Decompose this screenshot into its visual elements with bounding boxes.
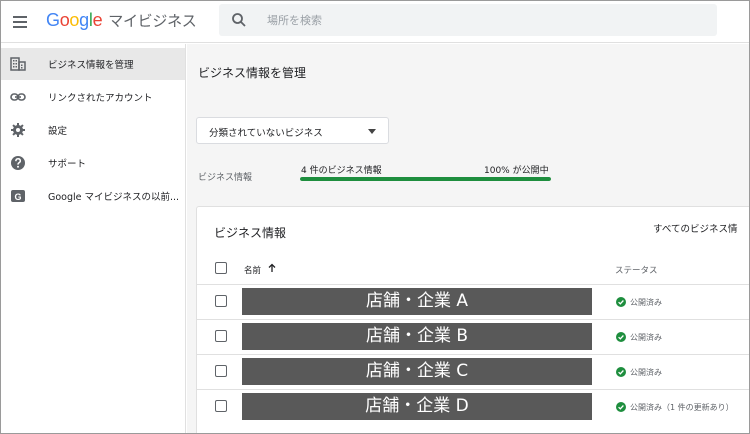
- app-window: Googleマイビジネス ビジネス情報を管理: [0, 0, 750, 434]
- sort-ascending-icon[interactable]: [267, 263, 277, 273]
- row-checkbox[interactable]: [215, 400, 227, 412]
- search-input[interactable]: [267, 10, 697, 30]
- main-content: ビジネス情報を管理 分類されていないビジネス ビジネス情報 4 件のビジネス情報…: [187, 44, 749, 433]
- location-name[interactable]: 店舗・企業 B: [242, 323, 592, 350]
- table-row[interactable]: 店舗・企業 D 公開済み（1 件の更新あり）: [197, 389, 749, 424]
- location-name[interactable]: 店舗・企業 C: [242, 358, 592, 385]
- search-icon[interactable]: [231, 12, 247, 28]
- published-percent: 100% が公開中: [484, 166, 549, 176]
- gear-icon: [11, 123, 25, 137]
- card-title: ビジネス情報: [214, 226, 287, 240]
- sidebar-item-manage-locations[interactable]: ビジネス情報を管理: [1, 48, 185, 80]
- status-text: 公開済み: [630, 298, 662, 307]
- top-app-bar: Google マイビジネス: [1, 1, 749, 43]
- locations-info-label: ビジネス情報: [198, 173, 253, 183]
- status-text: 公開済み: [630, 368, 662, 377]
- sidebar-item-label: ビジネス情報を管理: [48, 60, 134, 71]
- column-header-name[interactable]: 名前: [244, 264, 261, 276]
- column-header-status: ステータス: [615, 266, 658, 276]
- location-name[interactable]: 店舗・企業 A: [242, 288, 592, 315]
- sidebar-item-classic-gmb[interactable]: G Google マイビジネスの以前...: [1, 180, 185, 212]
- sidebar-nav: ビジネス情報を管理 リンクされたアカウント 設定 サポート G Google マ…: [1, 44, 186, 433]
- sidebar-item-support[interactable]: サポート: [1, 147, 185, 179]
- dropdown-arrow-icon: [368, 129, 376, 134]
- sidebar-item-label: Google マイビジネスの以前...: [48, 192, 180, 203]
- locations-count: 4 件のビジネス情報: [301, 166, 382, 176]
- check-circle-icon: [616, 297, 626, 307]
- logo-letter: G: [46, 10, 60, 30]
- link-icon: [10, 93, 26, 101]
- table-header: 名前 ステータス: [197, 259, 749, 281]
- google-my-business-logo[interactable]: Google マイビジネス: [46, 10, 197, 31]
- sidebar-item-label: 設定: [48, 126, 68, 137]
- published-progress-bar: [300, 177, 551, 181]
- group-filter-dropdown[interactable]: 分類されていないビジネス: [196, 117, 389, 144]
- gmb-classic-icon: G: [11, 190, 25, 202]
- row-checkbox[interactable]: [215, 365, 227, 377]
- sidebar-item-label: サポート: [48, 159, 87, 170]
- row-checkbox[interactable]: [215, 330, 227, 342]
- logo-letter: o: [59, 10, 70, 30]
- check-circle-icon: [616, 367, 626, 377]
- search-bar[interactable]: [219, 4, 717, 36]
- status-text: 公開済み: [630, 333, 662, 342]
- product-name: マイビジネス: [108, 12, 197, 30]
- table-row[interactable]: 店舗・企業 A 公開済み: [197, 284, 749, 319]
- logo-letter: o: [69, 10, 80, 30]
- building-icon: [10, 57, 26, 71]
- logo-letter: e: [92, 10, 103, 30]
- sidebar-item-settings[interactable]: 設定: [1, 114, 185, 146]
- locations-card: ビジネス情報 すべてのビジネス情 名前 ステータス 店舗・企業 A 公開済み 店…: [196, 206, 749, 433]
- row-checkbox[interactable]: [215, 295, 227, 307]
- check-circle-icon: [616, 332, 626, 342]
- menu-icon[interactable]: [11, 12, 31, 32]
- select-all-checkbox[interactable]: [215, 262, 227, 274]
- all-locations-link[interactable]: すべてのビジネス情: [653, 221, 737, 235]
- progress-fill: [300, 177, 551, 181]
- table-row[interactable]: 店舗・企業 C 公開済み: [197, 354, 749, 389]
- check-circle-icon: [616, 402, 626, 412]
- svg-text:G: G: [14, 192, 21, 202]
- status-text: 公開済み（1 件の更新あり）: [630, 403, 734, 412]
- page-title: ビジネス情報を管理: [198, 66, 307, 80]
- sidebar-item-linked-accounts[interactable]: リンクされたアカウント: [1, 81, 185, 113]
- logo-letter: g: [79, 10, 89, 30]
- sidebar-item-label: リンクされたアカウント: [48, 93, 153, 104]
- help-icon: [11, 156, 25, 170]
- dropdown-selected-value: 分類されていないビジネス: [209, 128, 323, 139]
- table-row[interactable]: 店舗・企業 B 公開済み: [197, 319, 749, 354]
- location-name[interactable]: 店舗・企業 D: [242, 393, 592, 420]
